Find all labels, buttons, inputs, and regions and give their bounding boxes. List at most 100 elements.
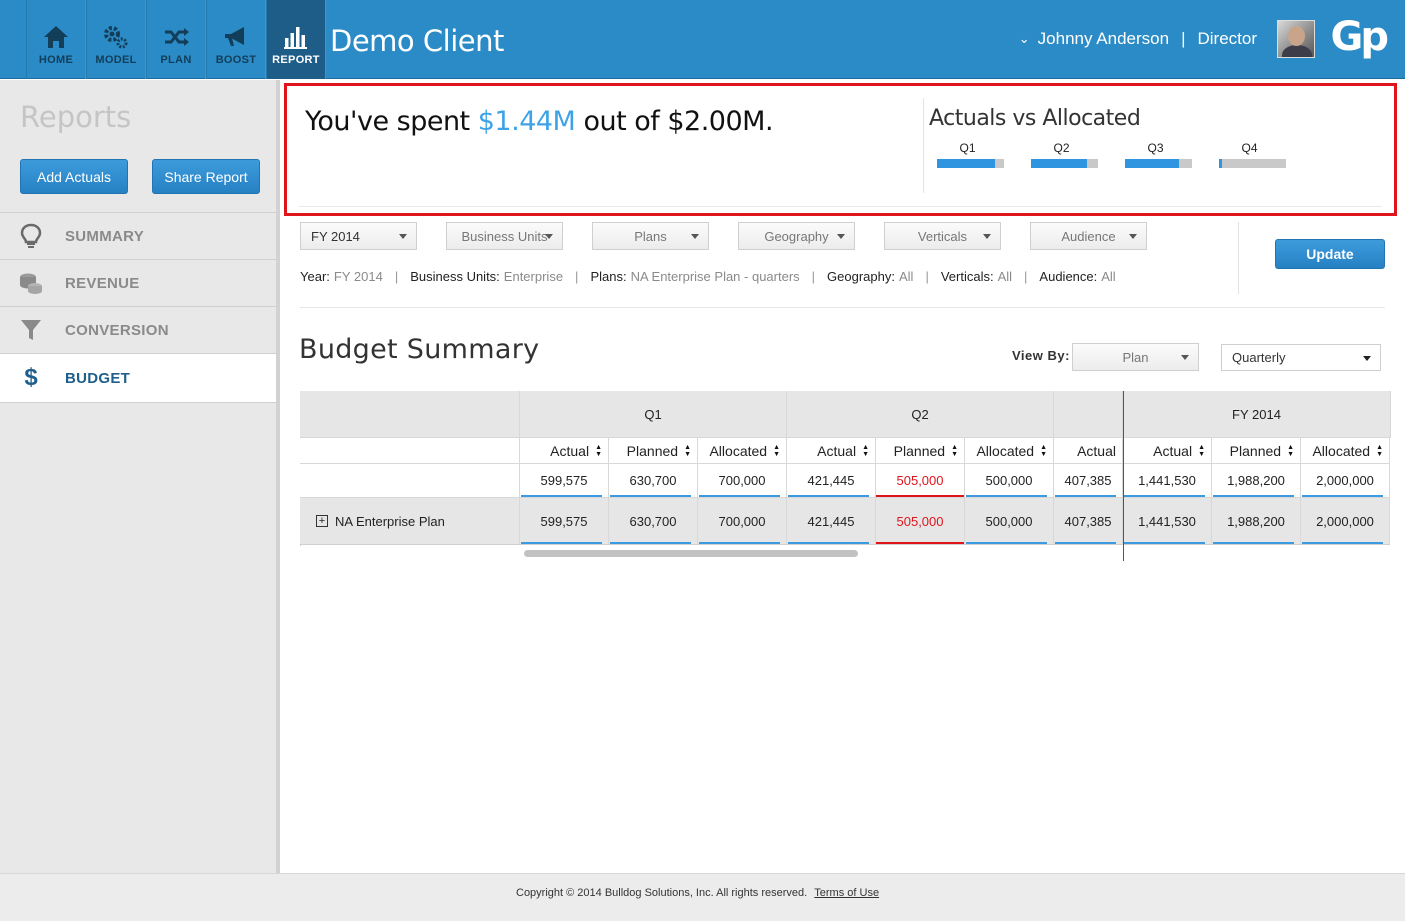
quarter-bar-fill (1031, 159, 1088, 168)
value-underline (966, 542, 1047, 544)
brand-logo[interactable]: Gp (1331, 14, 1389, 60)
panel-rule (299, 206, 1382, 207)
caret-down-icon (545, 234, 553, 239)
plans-dropdown[interactable]: Plans (592, 222, 709, 250)
quarter-bar: Q2 (1031, 141, 1098, 168)
quarter-bar-label: Q3 (1147, 141, 1164, 155)
total-cell: 599,575 (520, 464, 609, 498)
sidebar-item-revenue[interactable]: REVENUE (0, 260, 276, 307)
audience-dropdown[interactable]: Audience (1030, 222, 1147, 250)
update-button[interactable]: Update (1275, 239, 1385, 269)
summary-value: All (1101, 269, 1116, 284)
quarter-bar-track (1031, 159, 1098, 168)
quarter-bar: Q1 (937, 141, 1004, 168)
value-underline (788, 495, 869, 497)
column-header[interactable]: Planned ▲ ▼ (1212, 438, 1301, 464)
sort-icon[interactable]: ▲ ▼ (1376, 444, 1383, 458)
column-header[interactable]: Actual (1054, 438, 1123, 464)
table-cell: 2,000,000 (1301, 498, 1390, 545)
value-underline (1124, 542, 1205, 544)
summary-key: Audience: (1039, 269, 1098, 284)
view-by-label: View By: (1012, 348, 1070, 363)
filter-bar: FY 2014 Business Units Plans Geography V… (300, 222, 1176, 250)
user-separator: | (1181, 29, 1186, 48)
business-units-dropdown[interactable]: Business Units (446, 222, 563, 250)
column-header[interactable]: Allocated ▲ ▼ (698, 438, 787, 464)
nav-report[interactable]: REPORT (266, 0, 326, 79)
nav-boost[interactable]: BOOST (206, 0, 266, 79)
value-underline (699, 495, 780, 497)
column-header[interactable]: Planned ▲ ▼ (609, 438, 698, 464)
column-header-label: Planned (1229, 442, 1282, 459)
avatar-body-shape (1282, 45, 1312, 57)
sort-icon[interactable]: ▲ ▼ (1198, 444, 1205, 458)
sidebar-item-budget[interactable]: $ BUDGET (0, 354, 276, 403)
column-header-label: Allocated (1312, 442, 1371, 459)
top-bar: HOME MODEL PLAN BOOST REPORT Demo Client… (0, 0, 1405, 79)
nav-model[interactable]: MODEL (86, 0, 146, 79)
nav-home-label: HOME (38, 54, 74, 66)
nav-model-label: MODEL (95, 54, 137, 66)
value-underline (610, 542, 691, 544)
user-name[interactable]: Johnny Anderson (1038, 29, 1169, 49)
column-header-label: Actual (1153, 442, 1193, 459)
verticals-dropdown[interactable]: Verticals (884, 222, 1001, 250)
sidebar-item-conversion[interactable]: CONVERSION (0, 307, 276, 354)
column-header[interactable]: Planned ▲ ▼ (876, 438, 965, 464)
summary-value: Enterprise (503, 269, 564, 284)
report-menu: SUMMARY REVENUE CONVERSION $ BUDGET (0, 212, 276, 403)
chevron-down-icon[interactable]: ⌄ (1019, 31, 1030, 47)
actuals-vs-allocated-title: Actuals vs Allocated (929, 106, 1141, 131)
column-header[interactable]: Allocated ▲ ▼ (1301, 438, 1390, 464)
column-header[interactable]: Allocated ▲ ▼ (965, 438, 1054, 464)
horizontal-scrollbar[interactable] (524, 550, 858, 557)
spend-summary-panel: You've spent $1.44M out of $2.00M. Actua… (284, 83, 1397, 216)
add-actuals-button[interactable]: Add Actuals (20, 159, 128, 194)
budget-summary-title: Budget Summary (299, 334, 540, 365)
sort-icon[interactable]: ▲ ▼ (862, 444, 869, 458)
spend-prefix: You've spent (305, 106, 470, 137)
expand-row-icon[interactable]: + (316, 515, 328, 527)
table-cell: 599,575 (520, 498, 609, 545)
nav-plan-label: PLAN (160, 54, 192, 66)
table-cell: 421,445 (787, 498, 876, 545)
terms-of-use-link[interactable]: Terms of Use (814, 887, 879, 899)
table-cell: 1,988,200 (1212, 498, 1301, 545)
column-header[interactable]: Actual ▲ ▼ (520, 438, 609, 464)
quarter-bar: Q4 (1219, 141, 1286, 168)
column-group-header: Q2 (787, 391, 1054, 438)
table-cell: 700,000 (698, 498, 787, 545)
column-header[interactable]: Actual ▲ ▼ (787, 438, 876, 464)
sidebar-item-summary[interactable]: SUMMARY (0, 213, 276, 260)
caret-down-icon (691, 234, 699, 239)
value-underline (1055, 495, 1116, 497)
value-underline (966, 495, 1047, 497)
geography-dropdown[interactable]: Geography (738, 222, 855, 250)
column-group-header (1054, 391, 1123, 438)
column-group-header: FY 2014 (1123, 391, 1391, 438)
business-units-dropdown-label: Business Units (461, 228, 548, 244)
period-dropdown[interactable]: Quarterly (1221, 344, 1381, 371)
spent-amount: $1.44M (477, 106, 576, 137)
app-title: Demo Client (330, 24, 504, 58)
nav-home[interactable]: HOME (26, 0, 86, 79)
share-report-button[interactable]: Share Report (152, 159, 260, 194)
year-dropdown[interactable]: FY 2014 (300, 222, 417, 250)
total-cell: 1,988,200 (1212, 464, 1301, 498)
nav-plan[interactable]: PLAN (146, 0, 206, 79)
avatar[interactable] (1277, 20, 1315, 58)
summary-value: FY 2014 (333, 269, 383, 284)
totals-row-label (300, 464, 520, 498)
home-icon (44, 26, 68, 48)
sort-icon[interactable]: ▲ ▼ (595, 444, 602, 458)
sort-icon[interactable]: ▲ ▼ (773, 444, 780, 458)
user-menu[interactable]: ⌄ Johnny Anderson | Director (1019, 20, 1315, 58)
sort-icon[interactable]: ▲ ▼ (1287, 444, 1294, 458)
column-header[interactable]: Actual ▲ ▼ (1123, 438, 1212, 464)
sort-icon[interactable]: ▲ ▼ (951, 444, 958, 458)
sort-icon[interactable]: ▲ ▼ (684, 444, 691, 458)
sort-icon[interactable]: ▲ ▼ (1040, 444, 1047, 458)
table-row[interactable]: + NA Enterprise Plan (300, 498, 520, 545)
view-by-dropdown[interactable]: Plan (1072, 343, 1199, 371)
applied-filters-summary: Year: FY 2014 | Business Units: Enterprise | P… (300, 269, 1116, 284)
